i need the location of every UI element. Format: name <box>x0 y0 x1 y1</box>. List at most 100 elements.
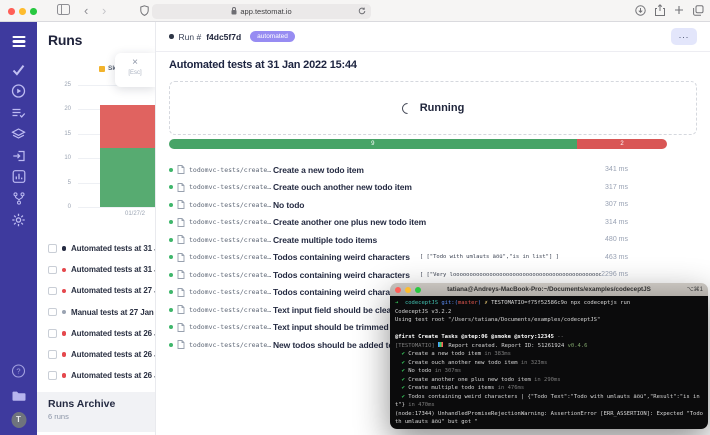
run-list-item[interactable]: Automated tests at 26 Jan <box>48 323 155 344</box>
test-path: todomvc-tests/create… <box>189 166 273 174</box>
menu-icon[interactable] <box>11 34 26 49</box>
run-label: Automated tests at 26 Jan <box>71 329 155 338</box>
reload-icon[interactable] <box>358 7 366 15</box>
test-status-dot <box>169 273 173 277</box>
test-name: Todos containing weird characte <box>273 287 402 297</box>
close-icon[interactable]: × <box>115 56 155 70</box>
test-path: todomvc-tests/create… <box>189 271 273 279</box>
chart-bar-passed[interactable] <box>100 148 155 207</box>
test-row[interactable]: todomvc-tests/create… Todos containing w… <box>156 266 710 284</box>
test-duration: 314 ms <box>605 219 628 226</box>
run-checkbox[interactable] <box>48 287 57 296</box>
browser-chrome: ‹ › app.testomat.io <box>0 0 710 22</box>
terminal-minimize-button[interactable] <box>405 287 411 293</box>
sidebar-toggle-icon[interactable] <box>57 4 70 15</box>
run-list: Automated tests at 31 Jan Automated test… <box>48 238 155 386</box>
test-name: New todos should be added to th <box>273 340 404 350</box>
run-list-item[interactable]: Automated tests at 26 Jan <box>48 365 155 386</box>
file-icon <box>177 253 185 262</box>
run-ref-prefix: Run # <box>179 32 202 42</box>
test-name: Create another one plus new todo item <box>273 217 426 227</box>
run-list-item[interactable]: Automated tests at 26 Jan <box>48 344 155 365</box>
user-avatar[interactable]: T <box>11 412 26 427</box>
layers-icon[interactable] <box>11 126 26 141</box>
window-minimize-button[interactable] <box>19 8 26 15</box>
run-checkbox[interactable] <box>48 329 57 338</box>
downloads-icon[interactable] <box>635 5 646 16</box>
login-icon[interactable] <box>11 148 26 163</box>
test-name: Todos containing weird characters <box>273 252 410 262</box>
test-path: todomvc-tests/create… <box>189 323 273 331</box>
window-close-button[interactable] <box>8 8 15 15</box>
back-button[interactable]: ‹ <box>84 3 88 18</box>
terminal-titlebar[interactable]: tatiana@Andreys-MacBook-Pro:~/Documents/… <box>390 283 708 296</box>
test-row[interactable]: todomvc-tests/create… Create another one… <box>156 214 710 232</box>
terminal-shortcut: ⌥⌘1 <box>687 286 703 293</box>
help-icon[interactable]: ? <box>11 363 26 378</box>
test-row[interactable]: todomvc-tests/create… No todo 307 ms <box>156 196 710 214</box>
test-status-dot <box>169 290 173 294</box>
run-label: Automated tests at 26 Jan <box>71 350 155 359</box>
run-list-item[interactable]: Automated tests at 31 Jan <box>48 238 155 259</box>
run-list-item[interactable]: Automated tests at 31 Jan <box>48 259 155 280</box>
run-status-dot <box>62 268 67 273</box>
run-checkbox[interactable] <box>48 350 57 359</box>
run-label: Automated tests at 26 Jan <box>71 371 155 380</box>
test-path: todomvc-tests/create… <box>189 288 273 296</box>
test-row[interactable]: todomvc-tests/create… Create ouch anothe… <box>156 179 710 197</box>
chart-tooltip-close: × [Esc] <box>115 53 155 87</box>
test-row[interactable]: todomvc-tests/create… Todos containing w… <box>156 249 710 267</box>
run-list-item[interactable]: Manual tests at 27 Jan 20 <box>48 302 155 323</box>
shield-icon[interactable] <box>140 5 149 16</box>
file-icon <box>177 235 185 244</box>
new-tab-icon[interactable] <box>674 5 684 15</box>
more-options-button[interactable]: ... <box>671 28 697 45</box>
progress-failed[interactable]: 2 <box>577 139 668 149</box>
run-checkbox[interactable] <box>48 266 57 275</box>
run-checkbox[interactable] <box>48 244 57 253</box>
file-icon <box>177 200 185 209</box>
test-row[interactable]: todomvc-tests/create… Create multiple to… <box>156 231 710 249</box>
chart-bar-failed[interactable] <box>100 105 155 149</box>
bar-chart-icon[interactable] <box>11 169 26 184</box>
run-status-dot <box>169 34 174 39</box>
tabs-overview-icon[interactable] <box>693 5 704 16</box>
test-status-dot <box>169 238 173 242</box>
run-checkbox[interactable] <box>48 371 57 380</box>
terminal-output: ➜ codeceptJS git:(master) ✗ TESTOMATIO=f… <box>390 296 708 429</box>
test-status-dot <box>169 203 173 207</box>
play-circle-icon[interactable] <box>11 83 26 98</box>
test-path: todomvc-tests/create… <box>189 183 273 191</box>
runs-archive[interactable]: Runs Archive 6 runs <box>37 392 155 432</box>
window-zoom-button[interactable] <box>30 8 37 15</box>
running-status-card: Running <box>169 81 697 135</box>
svg-text:?: ? <box>16 366 20 375</box>
gear-icon[interactable] <box>11 212 26 227</box>
terminal-close-button[interactable] <box>395 287 401 293</box>
lock-icon <box>231 7 237 15</box>
spinner-icon <box>399 100 415 116</box>
forward-button[interactable]: › <box>102 3 106 18</box>
test-duration: 463 ms <box>605 254 628 261</box>
test-row[interactable]: todomvc-tests/create… Create a new todo … <box>156 161 710 179</box>
terminal-zoom-button[interactable] <box>415 287 421 293</box>
run-checkbox[interactable] <box>48 308 57 317</box>
test-duration: 341 ms <box>605 166 628 173</box>
file-icon <box>177 183 185 192</box>
run-status-dot <box>62 352 67 357</box>
share-icon[interactable] <box>655 4 665 16</box>
file-icon <box>177 305 185 314</box>
test-status-dot <box>169 325 173 329</box>
url-text: app.testomat.io <box>240 7 291 16</box>
progress-passed[interactable]: 9 <box>169 139 577 149</box>
run-label: Automated tests at 27 Jan <box>71 286 155 295</box>
folder-icon[interactable] <box>11 388 26 403</box>
run-list-item[interactable]: Automated tests at 27 Jan <box>48 280 155 301</box>
test-duration: 480 ms <box>605 236 628 243</box>
run-status-dot <box>62 331 67 336</box>
check-icon[interactable] <box>11 62 26 77</box>
list-check-icon[interactable] <box>11 105 26 120</box>
branch-icon[interactable] <box>11 191 26 206</box>
url-field[interactable]: app.testomat.io <box>152 4 371 19</box>
test-duration: 317 ms <box>605 184 628 191</box>
